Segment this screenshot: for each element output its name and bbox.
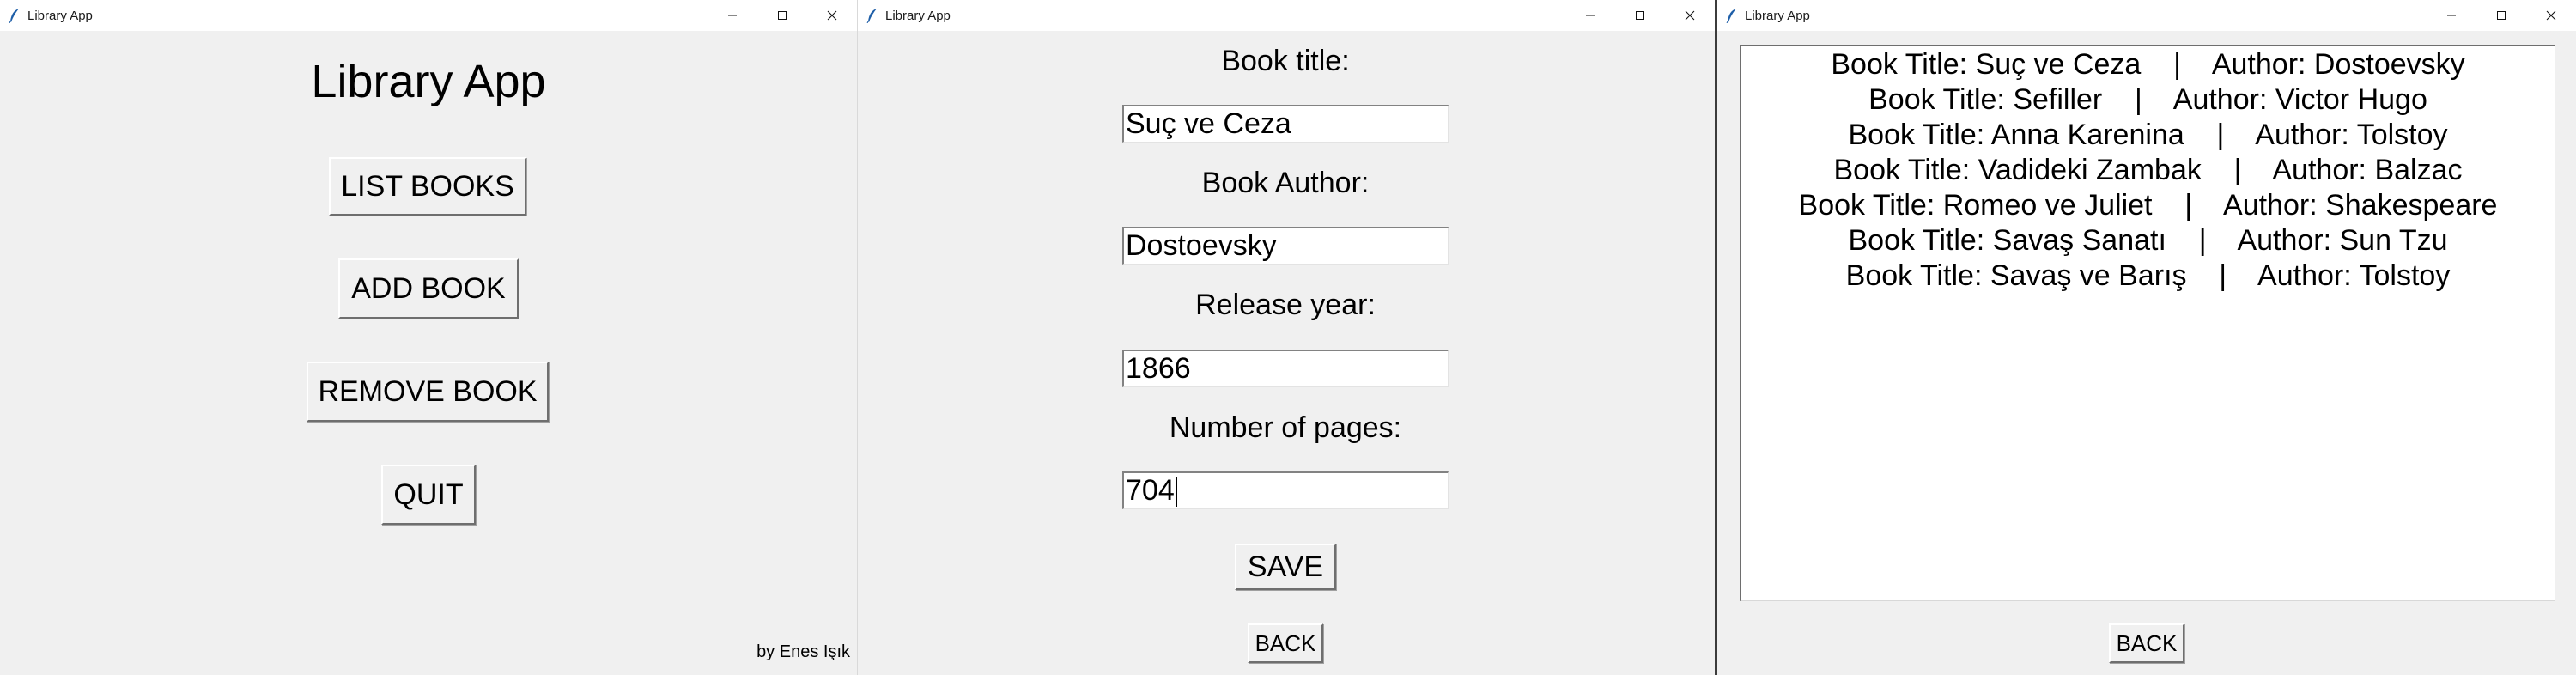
minimize-icon [1586,15,1595,16]
minimize-icon [728,15,737,16]
quit-button[interactable]: QUIT [381,465,476,525]
add-book-window: Library App [858,0,1715,675]
title-bar[interactable]: Library App [858,0,1715,31]
window-title: Library App [885,8,951,23]
app-heading: Library App [311,56,546,107]
list-item[interactable]: Book Title: Sefiller | Author: Victor Hu… [1741,83,2555,117]
minimize-icon [2447,15,2456,16]
back-button[interactable]: BACK [2109,623,2184,663]
title-bar[interactable]: Library App [1717,0,2576,31]
list-books-button[interactable]: LIST BOOKS [329,157,526,216]
maximize-icon [1636,11,1644,20]
close-icon [827,10,837,21]
credit-text: by Enes Işık [756,642,850,661]
list-books-window: Library App Book Title: Suç ve Ceza | Au… [1717,0,2576,675]
list-item[interactable]: Book Title: Savaş ve Barış | Author: Tol… [1741,259,2555,293]
close-icon [2546,10,2556,21]
list-item[interactable]: Book Title: Vadideki Zambak | Author: Ba… [1741,154,2555,187]
book-listbox[interactable]: Book Title: Suç ve Ceza | Author: Dostoe… [1740,45,2555,601]
close-icon [1685,10,1695,21]
window-title: Library App [27,8,93,23]
maximize-button[interactable] [1615,0,1665,31]
close-button[interactable] [1665,0,1715,31]
list-books-content: Book Title: Suç ve Ceza | Author: Dostoe… [1717,31,2576,675]
main-menu-window: Library App Library App LIST BOOKS ADD B… [0,0,857,675]
minimize-button[interactable] [1565,0,1615,31]
maximize-icon [778,11,787,20]
title-bar[interactable]: Library App [0,0,857,31]
close-button[interactable] [2526,0,2576,31]
minimize-button[interactable] [2427,0,2476,31]
main-menu-content: Library App LIST BOOKS ADD BOOK REMOVE B… [0,31,857,675]
list-item[interactable]: Book Title: Anna Karenina | Author: Tols… [1741,119,2555,152]
list-item[interactable]: Book Title: Suç ve Ceza | Author: Dostoe… [1741,48,2555,82]
close-button[interactable] [807,0,857,31]
maximize-button[interactable] [757,0,807,31]
maximize-icon [2497,11,2506,20]
feather-icon [3,0,26,31]
maximize-button[interactable] [2476,0,2526,31]
remove-book-button[interactable]: REMOVE BOOK [307,362,549,422]
feather-icon [1721,0,1743,31]
list-item[interactable]: Book Title: Savaş Sanatı | Author: Sun T… [1741,224,2555,258]
list-item[interactable]: Book Title: Romeo ve Juliet | Author: Sh… [1741,189,2555,222]
minimize-button[interactable] [708,0,757,31]
window-title: Library App [1745,8,1810,23]
feather-icon [861,0,884,31]
add-book-button[interactable]: ADD BOOK [338,258,519,319]
